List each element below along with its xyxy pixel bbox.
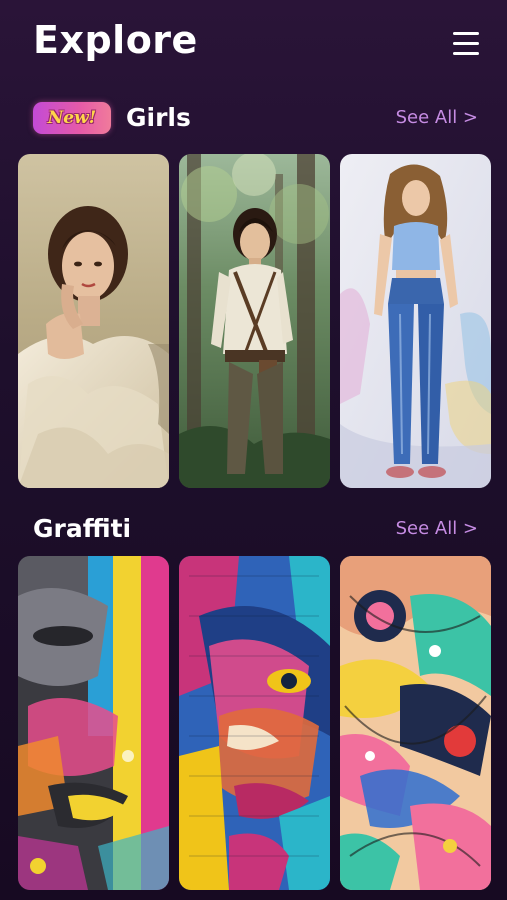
new-badge-label: New! [47, 108, 97, 128]
portrait-painting-image [18, 154, 169, 488]
section-title-graffiti: Graffiti [33, 514, 132, 543]
section-title-girls: Girls [126, 103, 191, 132]
hamburger-menu-icon[interactable] [446, 26, 486, 62]
section-header-graffiti: Graffiti See All > [0, 509, 507, 549]
see-all-girls-link[interactable]: See All > [396, 104, 478, 132]
adventurer-painting-image [179, 154, 330, 488]
graffiti-abstract-image [340, 556, 491, 890]
see-all-graffiti-link[interactable]: See All > [396, 515, 478, 543]
new-badge: New! [33, 102, 111, 134]
graffiti-pop-face-image [179, 556, 330, 890]
header: Explore [0, 0, 507, 90]
girls-thumbnail-3[interactable] [340, 154, 491, 488]
graffiti-face-image [18, 556, 169, 890]
graffiti-thumbnail-1[interactable] [18, 556, 169, 890]
menu-line [453, 52, 479, 55]
menu-line [453, 42, 479, 45]
girls-thumbnail-1[interactable] [18, 154, 169, 488]
girls-thumbnail-2[interactable] [179, 154, 330, 488]
watercolor-painting-image [340, 154, 491, 488]
graffiti-thumbnail-3[interactable] [340, 556, 491, 890]
graffiti-thumbnail-2[interactable] [179, 556, 330, 890]
menu-line [453, 32, 479, 35]
graffiti-thumbnail-row [18, 556, 491, 890]
girls-thumbnail-row [18, 154, 491, 488]
section-header-girls: New! Girls See All > [0, 98, 507, 138]
page-title: Explore [33, 18, 198, 62]
